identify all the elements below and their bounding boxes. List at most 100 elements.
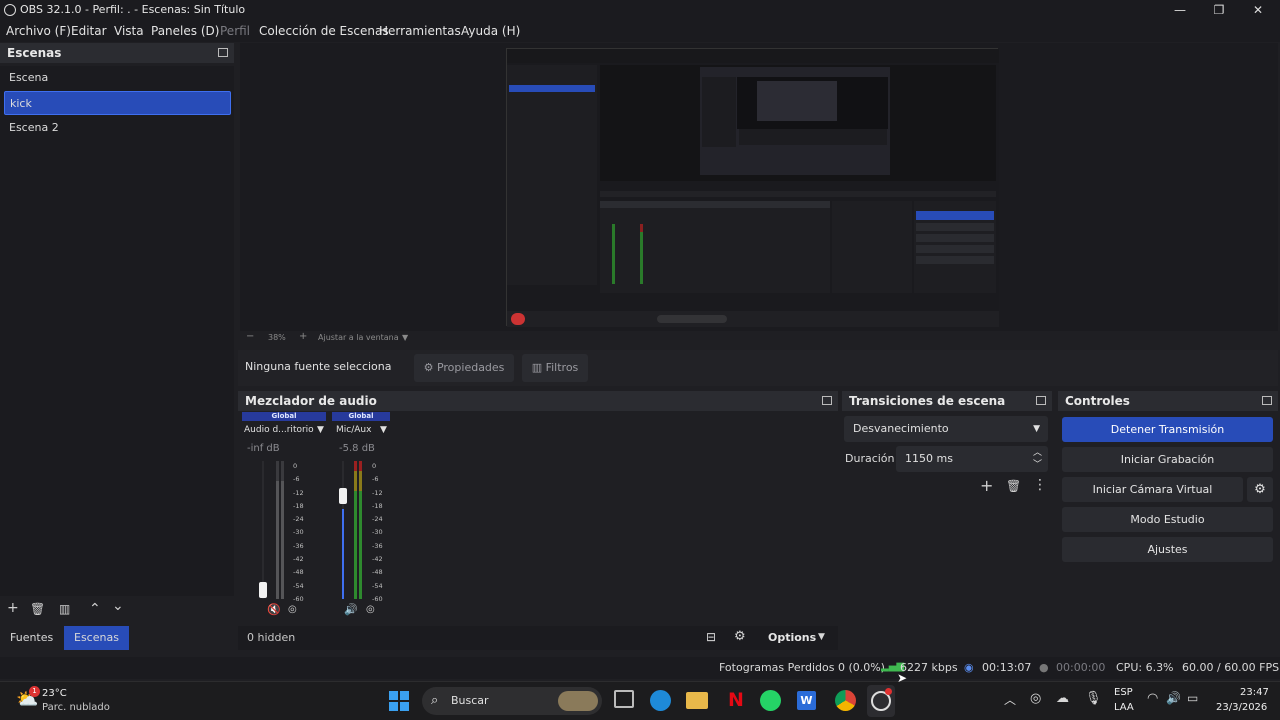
properties-button[interactable]: ⚙ Propiedades <box>414 354 514 382</box>
audio-mixer-dock: Mezclador de audio Global Audio d...rito… <box>238 391 838 650</box>
options-button[interactable]: Options <box>768 631 816 644</box>
transition-select[interactable]: Desvanecimiento ▼ <box>844 416 1048 442</box>
duration-input[interactable]: 1150 ms ︿ ﹀ <box>896 446 1048 472</box>
undock-icon[interactable] <box>1262 396 1272 405</box>
taskbar-search[interactable]: ⌕ Buscar <box>422 687 602 715</box>
chevron-down-icon[interactable]: ▼ <box>818 632 825 642</box>
chevron-up-icon[interactable]: ︿ <box>1004 691 1016 708</box>
advanced-audio-icon[interactable]: ⚙ <box>734 629 746 644</box>
start-virtual-camera-button[interactable]: Iniciar Cámara Virtual <box>1062 477 1243 502</box>
tab-escenas[interactable]: Escenas <box>64 626 129 650</box>
fit-window-label[interactable]: Ajustar a la ventana <box>318 333 399 342</box>
menu-archivo[interactable]: Archivo (F) <box>6 24 71 38</box>
move-down-icon[interactable]: ⌄ <box>112 598 124 614</box>
meter-scale: 0 -6 -12 -18 -24 -30 -36 -42 -48 -54 -60 <box>293 460 304 606</box>
duration-label: Duración <box>845 452 895 465</box>
zoom-in-button[interactable]: + <box>299 331 307 342</box>
undock-icon[interactable] <box>822 396 832 405</box>
microphone-icon[interactable]: 🎙 <box>1085 691 1102 706</box>
scale-tick: -6 <box>293 475 300 484</box>
menu-herramientas[interactable]: Herramientas <box>379 24 461 38</box>
edge-icon[interactable] <box>650 690 671 711</box>
filters-button[interactable]: ▥ Filtros <box>522 354 588 382</box>
mixer-header: Mezclador de audio <box>238 391 838 411</box>
close-button[interactable]: ✕ <box>1240 0 1276 20</box>
tab-fuentes[interactable]: Fuentes <box>0 626 63 650</box>
window-title: OBS 32.1.0 - Perfil: . - Escenas: Sin Tí… <box>20 3 246 16</box>
menu-editar[interactable]: Editar <box>71 24 107 38</box>
scale-tick: -42 <box>293 555 304 564</box>
menu-vista[interactable]: Vista <box>114 24 144 38</box>
move-up-icon[interactable]: ⌃ <box>89 601 101 617</box>
channel-tag: Global <box>242 412 326 421</box>
undock-icon[interactable] <box>218 48 228 57</box>
start-recording-button[interactable]: Iniciar Grabación <box>1062 447 1273 472</box>
onedrive-icon[interactable]: ☁ <box>1056 691 1069 706</box>
minimize-button[interactable]: — <box>1162 0 1198 20</box>
scenes-header: Escenas <box>0 43 234 63</box>
netflix-icon[interactable]: N <box>728 689 744 711</box>
battery-icon[interactable]: ▭ <box>1187 691 1198 705</box>
status-bar: Fotogramas Perdidos 0 (0.0%) ▂▄▆ 6227 kb… <box>0 657 1280 679</box>
undock-icon[interactable] <box>1036 396 1046 405</box>
zoom-bar: − 38% + Ajustar a la ventana ▼ <box>240 331 1278 345</box>
weather-desc[interactable]: Parc. nublado <box>42 702 110 713</box>
hidden-count[interactable]: 0 hidden <box>247 631 295 644</box>
wifi-icon[interactable]: ◠ <box>1147 691 1158 706</box>
task-view-icon[interactable] <box>614 690 634 708</box>
fit-dropdown-icon[interactable]: ▼ <box>402 333 408 342</box>
whatsapp-icon[interactable] <box>760 690 781 711</box>
speaker-icon[interactable]: 🔊 <box>344 603 358 616</box>
clock-date[interactable]: 23/3/2026 <box>1216 702 1267 713</box>
volume-icon[interactable]: 🔊 <box>1166 691 1181 705</box>
stop-stream-button[interactable]: Detener Transmisión <box>1062 417 1273 442</box>
volume-fader-handle[interactable] <box>339 488 347 504</box>
obs-tray-icon[interactable]: ◎ <box>1030 691 1041 706</box>
scale-tick: -24 <box>293 515 304 524</box>
title-bar: OBS 32.1.0 - Perfil: . - Escenas: Sin Tí… <box>0 0 1280 20</box>
monitor-icon[interactable]: ◎ <box>288 604 297 615</box>
channel-1-meter[interactable] <box>254 461 294 601</box>
zoom-out-button[interactable]: − <box>246 331 254 342</box>
channel-2-meter[interactable] <box>336 461 376 601</box>
studio-mode-button[interactable]: Modo Estudio <box>1062 507 1273 532</box>
menu-ayuda[interactable]: Ayuda (H) <box>461 24 520 38</box>
menu-coleccion[interactable]: Colección de Escenas <box>259 24 389 38</box>
channel-menu-icon[interactable]: ▼ <box>380 425 387 435</box>
weather-temp[interactable]: 23°C <box>42 688 67 699</box>
fps: 60.00 / 60.00 FPS <box>1182 661 1280 674</box>
word-icon[interactable]: W <box>797 691 816 710</box>
preview-content-image <box>506 48 999 327</box>
clock-time[interactable]: 23:47 <box>1240 687 1269 698</box>
language-top[interactable]: ESP <box>1114 687 1133 698</box>
language-bottom[interactable]: LAA <box>1114 702 1134 713</box>
more-options-icon[interactable]: ⋮ <box>1033 477 1047 493</box>
volume-fader-handle[interactable] <box>259 582 267 598</box>
add-scene-icon[interactable]: + <box>7 600 19 616</box>
scene-item[interactable]: Escena <box>4 66 231 90</box>
file-explorer-icon[interactable] <box>686 692 708 709</box>
scene-item-selected[interactable]: kick <box>4 91 231 115</box>
menu-perfil[interactable]: Perfil <box>220 24 250 38</box>
mute-icon[interactable]: 🔇 <box>267 603 281 616</box>
preview-canvas[interactable] <box>240 43 1278 331</box>
remove-transition-icon[interactable]: 🗑 <box>1006 479 1021 493</box>
scene-list: Escena kick Escena 2 <box>0 66 234 596</box>
windows-start-icon[interactable] <box>389 691 409 711</box>
settings-button[interactable]: Ajustes <box>1062 537 1273 562</box>
stepper-down-icon[interactable]: ﹀ <box>1033 452 1042 478</box>
virtual-camera-settings-icon[interactable]: ⚙ <box>1247 477 1273 502</box>
scene-filters-icon[interactable]: ▥ <box>59 602 70 616</box>
maximize-button[interactable]: ❐ <box>1201 0 1237 20</box>
monitor-icon[interactable]: ◎ <box>366 604 375 615</box>
layout-icon[interactable]: ⊟ <box>706 630 716 644</box>
channel-menu-icon[interactable]: ▼ <box>317 425 324 435</box>
dropped-frames: Fotogramas Perdidos 0 (0.0%) <box>719 661 885 674</box>
remove-scene-icon[interactable]: 🗑 <box>30 602 45 616</box>
channel-volume-db: -inf dB <box>247 443 280 454</box>
add-transition-icon[interactable]: + <box>980 476 993 495</box>
chrome-icon[interactable] <box>835 690 856 711</box>
scene-item[interactable]: Escena 2 <box>4 116 231 140</box>
menu-paneles[interactable]: Paneles (D) <box>151 24 219 38</box>
scale-tick: 0 <box>372 462 377 470</box>
